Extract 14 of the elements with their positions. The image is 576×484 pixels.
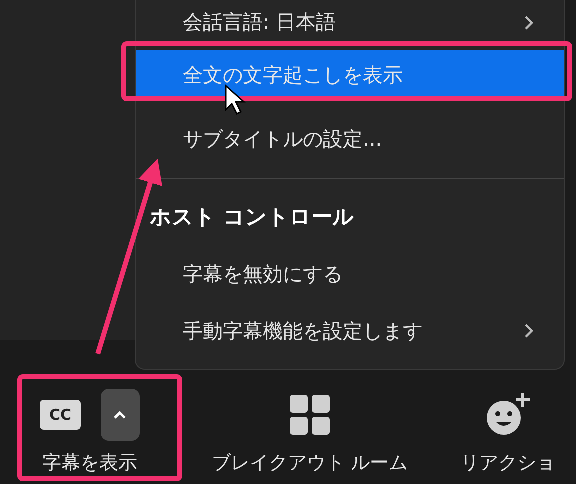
menu-item[interactable]: 手動字幕機能を設定します — [136, 293, 564, 369]
smiley-plus-icon — [486, 393, 530, 437]
caret-button[interactable] — [100, 389, 140, 441]
cursor-icon — [225, 84, 246, 115]
toolbar-button[interactable]: CC 字幕を表示 — [0, 388, 180, 476]
cc-icon: CC — [40, 400, 81, 430]
toolbar-button[interactable]: リアクショ — [440, 388, 576, 476]
menu-item[interactable]: サブタイトルの設定... — [136, 100, 564, 178]
caret-up-icon — [113, 410, 128, 420]
menu-item[interactable]: 会話言語: 日本語 — [136, 0, 564, 45]
toolbar-button[interactable]: ブレイクアウト ルーム — [180, 388, 440, 476]
menu-item[interactable]: 字幕を無効にする — [136, 255, 564, 293]
grid-icon — [290, 395, 330, 435]
menu-section-header: ホスト コントロール — [149, 204, 356, 231]
